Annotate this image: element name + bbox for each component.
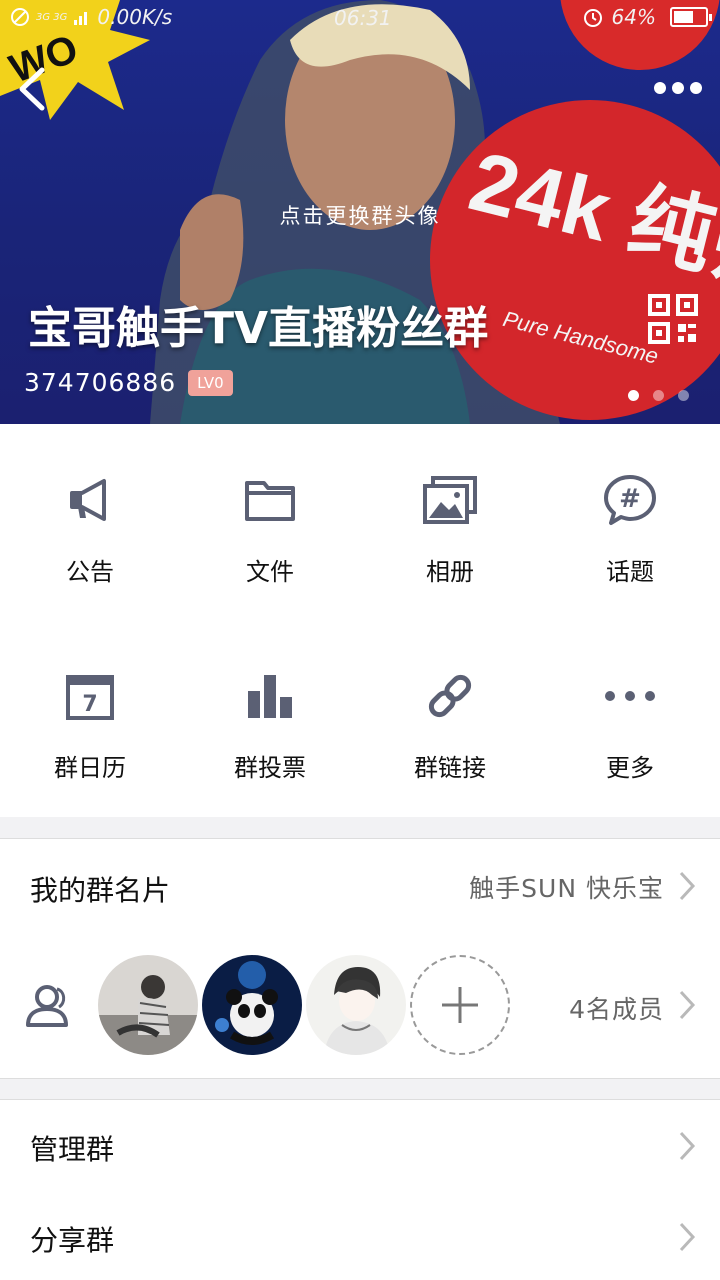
network-label: 3G 3G xyxy=(36,11,68,23)
alarm-icon xyxy=(583,9,602,27)
back-button[interactable] xyxy=(14,66,54,112)
group-id: 374706886 xyxy=(24,368,177,397)
clock: 06:31 xyxy=(334,6,392,30)
level-badge: LV0 xyxy=(188,369,233,396)
plus-icon xyxy=(442,987,478,1023)
group-name: 宝哥触手TV直播粉丝群 xyxy=(28,303,489,354)
feature-label: 群链接 xyxy=(414,754,486,782)
net-speed: 0.00K/s xyxy=(97,5,173,29)
chevron-right-icon xyxy=(679,1222,696,1252)
megaphone-icon xyxy=(70,479,106,521)
chevron-right-icon xyxy=(679,990,696,1020)
feature-label: 相册 xyxy=(426,558,474,586)
feature-label: 话题 xyxy=(606,558,654,586)
my-card-name: 触手SUN 快乐宝 xyxy=(469,874,664,903)
qr-code-button[interactable] xyxy=(648,294,698,344)
manage-group-row[interactable]: 管理群 xyxy=(0,1099,720,1192)
feature-topics[interactable]: # 话题 xyxy=(540,424,720,620)
feature-announcement[interactable]: 公告 xyxy=(0,424,180,620)
chevron-right-icon xyxy=(679,1131,696,1161)
share-group-row[interactable]: 分享群 xyxy=(0,1191,720,1280)
cover-pager xyxy=(628,390,689,401)
feature-calendar[interactable]: 7 群日历 xyxy=(0,620,180,817)
feature-label: 群投票 xyxy=(234,754,306,782)
feature-label: 更多 xyxy=(606,754,654,782)
pager-dot xyxy=(628,390,639,401)
member-avatar[interactable] xyxy=(202,955,302,1055)
signal-icon xyxy=(74,12,88,25)
member-avatar[interactable] xyxy=(306,955,406,1055)
feature-label: 群日历 xyxy=(54,754,126,782)
link-icon xyxy=(428,674,472,718)
svg-text:#: # xyxy=(619,484,641,514)
mute-circle-icon xyxy=(11,8,29,26)
feature-label: 文件 xyxy=(246,558,294,586)
group-header[interactable]: WO 24k 纯帅 Pure Handsome 3G 3G 0.00K/s 06… xyxy=(0,0,720,424)
row-title: 分享群 xyxy=(30,1224,115,1257)
battery-percent: 64% xyxy=(611,5,656,29)
status-bar: 3G 3G 0.00K/s 06:31 64% xyxy=(0,0,720,36)
more-dots-icon xyxy=(605,691,655,701)
more-options-button[interactable] xyxy=(650,78,706,98)
my-group-card-row[interactable]: 我的群名片 触手SUN 快乐宝 xyxy=(0,838,720,932)
folder-icon xyxy=(245,481,295,521)
feature-album[interactable]: 相册 xyxy=(360,424,540,620)
feature-link[interactable]: 群链接 xyxy=(360,620,540,817)
row-title: 我的群名片 xyxy=(30,874,171,907)
svg-text:7: 7 xyxy=(82,692,97,717)
pager-dot xyxy=(653,390,664,401)
change-avatar-hint[interactable]: 点击更换群头像 xyxy=(0,200,720,230)
photo-album-icon xyxy=(423,476,477,524)
add-member-button[interactable] xyxy=(410,955,510,1055)
members-icon xyxy=(26,985,68,1027)
chevron-right-icon xyxy=(679,871,696,901)
row-title: 管理群 xyxy=(30,1133,115,1166)
pager-dot xyxy=(678,390,689,401)
feature-more[interactable]: 更多 xyxy=(540,620,720,817)
battery-icon xyxy=(670,7,712,27)
feature-label: 公告 xyxy=(66,558,114,586)
member-count: 4名成员 xyxy=(569,995,664,1024)
feature-grid: 公告 文件 相册 # 话题 7 群日历 群投票 群链接 更多 xyxy=(0,424,720,817)
calendar-icon: 7 xyxy=(66,675,114,720)
feature-files[interactable]: 文件 xyxy=(180,424,360,620)
hashtag-bubble-icon: # xyxy=(604,475,656,525)
feature-vote[interactable]: 群投票 xyxy=(180,620,360,817)
group-id-row: 374706886 LV0 xyxy=(24,368,233,397)
member-avatar[interactable] xyxy=(98,955,198,1055)
bar-chart-icon xyxy=(248,675,292,718)
